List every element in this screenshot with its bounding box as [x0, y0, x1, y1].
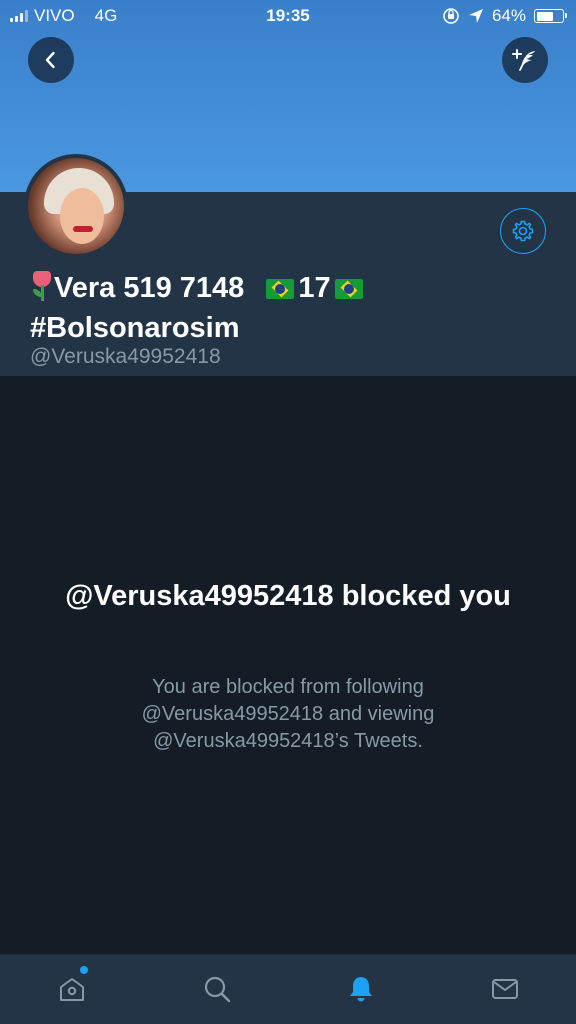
brazil-flag-icon: [334, 279, 363, 299]
avatar[interactable]: [24, 154, 128, 258]
tab-notifications[interactable]: [341, 969, 381, 1009]
mail-icon: [492, 979, 518, 999]
blocked-title: @Veruska49952418 blocked you: [65, 580, 511, 612]
blocked-description-line: @Veruska49952418’s Tweets.: [153, 730, 423, 752]
battery-percent: 64%: [491, 6, 526, 25]
display-name: Vera 519 7148 17 #Bolsonarosim: [30, 268, 550, 348]
compose-feather-icon: [512, 49, 535, 71]
display-name-text: Vera 519 7148: [54, 272, 245, 304]
location-arrow-icon: [468, 9, 483, 23]
tab-messages[interactable]: [485, 969, 525, 1009]
bell-icon: [350, 977, 372, 1002]
battery-icon: [534, 9, 567, 23]
home-notification-badge: [80, 966, 88, 974]
battery-level: [536, 11, 553, 21]
rotation-lock-icon: [443, 8, 459, 24]
chevron-left-icon: [45, 51, 55, 69]
blocked-description-line: You are blocked from following: [152, 676, 424, 698]
blocked-description: You are blocked from following @Veruska4…: [60, 674, 516, 755]
status-icons: 64%: [442, 6, 567, 26]
profile-handle: @Veruska49952418: [30, 345, 221, 368]
display-name-hashtag: #Bolsonarosim: [30, 312, 240, 344]
brazil-flag-icon: [266, 279, 295, 299]
profile-settings-button[interactable]: [500, 208, 546, 254]
home-icon: [60, 978, 84, 1001]
tulip-emoji-icon: [30, 271, 54, 301]
back-button[interactable]: [28, 37, 74, 83]
compose-tweet-button[interactable]: [502, 37, 548, 83]
blocked-description-line: @Veruska49952418 and viewing: [141, 703, 435, 725]
status-bar: VIVO 4G 19:35 64%: [0, 0, 576, 32]
gear-icon: [512, 220, 534, 242]
tab-search[interactable]: [197, 969, 237, 1009]
bottom-tab-bar: [0, 954, 576, 1024]
tab-home[interactable]: [52, 969, 92, 1009]
display-name-number: 17: [298, 272, 331, 304]
search-icon: [204, 976, 231, 1003]
